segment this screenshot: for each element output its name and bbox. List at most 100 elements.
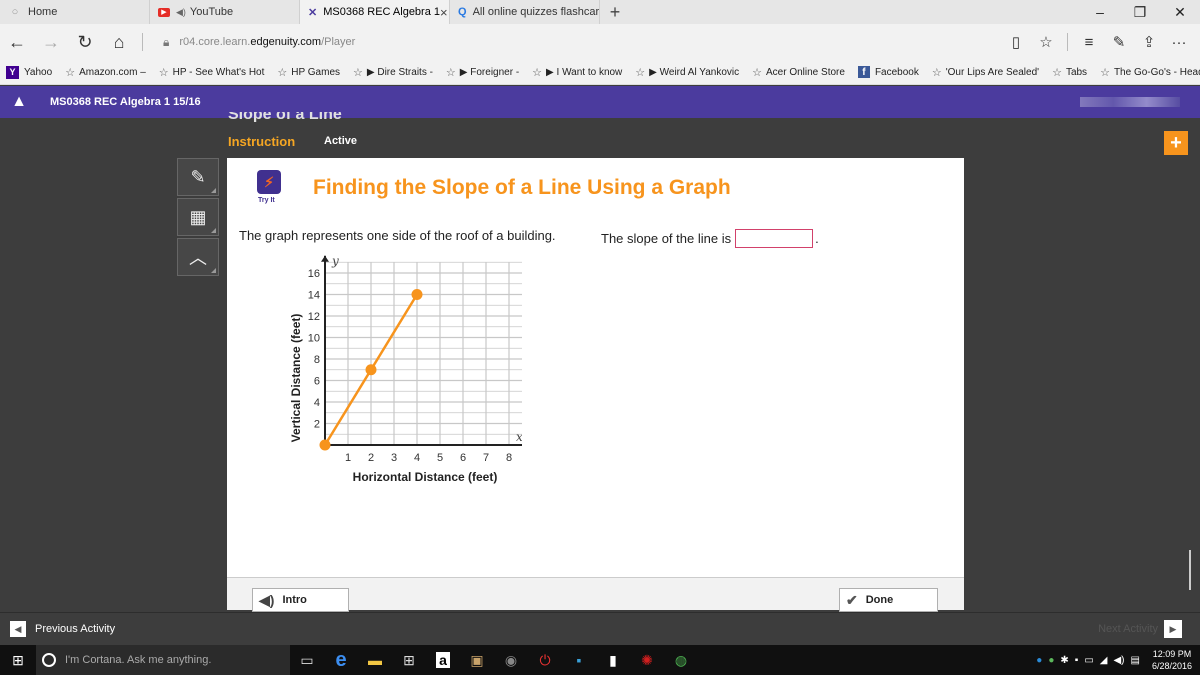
favorite-item[interactable]: ☆ 'Our Lips Are Sealed' — [932, 66, 1039, 79]
restore-button[interactable]: ❐ — [1120, 0, 1160, 24]
collapse-up-icon[interactable]: ︿ — [177, 238, 219, 276]
refresh-button[interactable]: ↻ — [68, 24, 102, 60]
favorite-item[interactable]: ☆ ▶ Foreigner - — [446, 66, 519, 79]
activity-heading: Finding the Slope of a Line Using a Grap… — [313, 176, 731, 199]
favorite-item[interactable]: ☆ Acer Online Store — [752, 66, 845, 79]
done-button[interactable]: ✔ Done — [839, 588, 938, 612]
tab-youtube[interactable]: ▶ ◀) YouTube — [150, 0, 300, 24]
web-note-icon[interactable]: ✎ — [1104, 24, 1134, 60]
favorite-item[interactable]: ☆ HP Games — [277, 66, 340, 79]
system-tray: ● ● ✱ ▪ ▭ ◢ ◀) ▤ 12:09 PM 6/28/2016 — [1036, 648, 1200, 672]
favorite-label: Yahoo — [24, 66, 53, 78]
tool-panel: ✎ ▦ ︿ — [177, 158, 219, 278]
period: . — [815, 231, 819, 246]
quizlet-icon: Q — [458, 6, 467, 18]
game-app-icon[interactable]: ▣ — [460, 645, 494, 675]
tray-app-icon[interactable]: ● — [1036, 655, 1042, 666]
favorite-item[interactable]: ☆ Amazon.com – — [65, 66, 146, 79]
tab-quizlet[interactable]: Q All online quizzes flashcards — [450, 0, 600, 24]
x-tick-label: 3 — [391, 452, 397, 464]
x-tick-label: 1 — [345, 452, 351, 464]
favorite-star-icon[interactable]: ☆ — [1031, 24, 1061, 60]
course-home-icon[interactable]: ▲ — [0, 86, 38, 118]
forward-button[interactable]: → — [34, 24, 68, 60]
store-icon[interactable]: ⊞ — [392, 645, 426, 675]
chevron-left-icon: ◀ — [10, 621, 26, 637]
windows-start-icon[interactable]: ⊞ — [0, 645, 36, 675]
close-window-button[interactable]: ✕ — [1160, 0, 1200, 24]
slope-answer-input[interactable] — [735, 229, 814, 248]
power-app-icon[interactable]: ⏻ — [528, 645, 562, 675]
star-icon: ☆ — [65, 66, 76, 79]
chrome-icon[interactable]: ◍ — [664, 645, 698, 675]
favorite-item[interactable]: ☆ ▶ Dire Straits - — [353, 66, 433, 79]
favorite-item[interactable]: f Facebook — [857, 66, 919, 78]
tab-label: YouTube — [189, 6, 234, 18]
cortana-search[interactable]: I'm Cortana. Ask me anything. — [36, 645, 290, 675]
address-bar-actions: ▯ ☆ ≡ ✎ ⇪ ··· — [1001, 24, 1200, 60]
task-view-icon[interactable]: ▭ — [290, 645, 324, 675]
yahoo-icon: Y — [6, 65, 19, 79]
favorite-label: Amazon.com – — [79, 66, 146, 78]
tray-app-icon[interactable]: ● — [1048, 655, 1054, 666]
url-field[interactable]: 🔒︎ r04.core.learn. edgenuity.com/Player — [163, 35, 355, 50]
star-icon: ☆ — [532, 66, 543, 79]
share-icon[interactable]: ⇪ — [1134, 24, 1164, 60]
security-app-icon[interactable]: ✺ — [630, 645, 664, 675]
media-player-icon[interactable]: ◉ — [494, 645, 528, 675]
document-app-icon[interactable]: ▮ — [596, 645, 630, 675]
close-tab-icon[interactable]: × — [440, 5, 448, 20]
app-icon[interactable]: ▪ — [562, 645, 596, 675]
y-axis-arrow — [321, 255, 329, 262]
favorite-label: 'Our Lips Are Sealed' — [945, 66, 1040, 78]
battery-icon[interactable]: ▭ — [1084, 655, 1093, 666]
url-path: /Player — [321, 36, 356, 48]
browser-tab-strip: ○ Home ▶ ◀) YouTube ✕ MS0368 REC Algebra… — [0, 0, 1200, 24]
intro-button[interactable]: ◀) Intro — [252, 588, 349, 612]
cortana-icon — [42, 653, 56, 667]
url-domain: edgenuity.com — [250, 36, 322, 48]
notification-icon[interactable]: ▤ — [1131, 655, 1140, 666]
x-tick-label: 6 — [460, 452, 466, 464]
chevron-right-icon: ▶ — [1164, 620, 1182, 638]
minimize-button[interactable]: – — [1080, 0, 1120, 24]
favorite-label: Acer Online Store — [766, 66, 845, 78]
youtube-icon: ▶ — [158, 7, 170, 17]
bluetooth-icon[interactable]: ✱ — [1060, 655, 1068, 666]
expand-plus-button[interactable]: + — [1164, 131, 1188, 155]
star-icon: ☆ — [1052, 66, 1062, 79]
next-activity-button[interactable]: Next Activity ▶ — [1098, 620, 1182, 638]
hub-icon[interactable]: ≡ — [1074, 24, 1104, 60]
volume-icon[interactable]: ◀) — [1113, 655, 1124, 666]
taskbar-clock[interactable]: 12:09 PM 6/28/2016 — [1152, 648, 1192, 672]
favorite-item[interactable]: ☆ ▶ I Want to know — [532, 66, 622, 79]
more-icon[interactable]: ··· — [1164, 24, 1194, 60]
favorite-item[interactable]: ☆ ▶ Weird Al Yankovic — [635, 66, 739, 79]
home-button[interactable]: ⌂ — [102, 24, 136, 60]
file-explorer-icon[interactable]: ▬ — [358, 645, 392, 675]
back-button[interactable]: ← — [0, 24, 34, 60]
reading-view-icon[interactable]: ▯ — [1001, 24, 1031, 60]
calculator-icon[interactable]: ▦ — [177, 198, 219, 236]
previous-activity-button[interactable]: ◀ Previous Activity — [10, 621, 115, 637]
tab-home[interactable]: ○ Home — [0, 0, 150, 24]
scrollbar-handle[interactable] — [1189, 550, 1193, 590]
course-header: ▲ MS0368 REC Algebra 1 15/16 — [0, 86, 1200, 118]
tray-app-icon[interactable]: ▪ — [1075, 655, 1079, 666]
favorite-item[interactable]: Y Yahoo — [6, 65, 53, 79]
question-prompt: The graph represents one side of the roo… — [239, 228, 556, 243]
intro-label: Intro — [282, 594, 307, 606]
activity-navigation: ◀ Previous Activity Next Activity ▶ — [0, 612, 1200, 645]
favorite-item[interactable]: ☆ HP - See What's Hot — [159, 66, 265, 79]
tab-edgenuity[interactable]: ✕ MS0368 REC Algebra 1 × — [300, 0, 450, 24]
amazon-icon[interactable]: a — [426, 645, 460, 675]
new-tab-button[interactable]: + — [600, 0, 630, 24]
edge-browser-icon[interactable]: e — [324, 645, 358, 675]
favorite-item[interactable]: ☆ Tabs — [1052, 66, 1087, 79]
x-tick-label: 4 — [414, 452, 420, 464]
activity-header: Slope of a Line Instruction Active + — [0, 112, 1200, 158]
pencil-tool-icon[interactable]: ✎ — [177, 158, 219, 196]
y-axis-variable: y — [331, 254, 339, 268]
wifi-icon[interactable]: ◢ — [1100, 655, 1108, 666]
favorite-item[interactable]: ☆ The Go-Go's - Head — [1100, 66, 1200, 79]
